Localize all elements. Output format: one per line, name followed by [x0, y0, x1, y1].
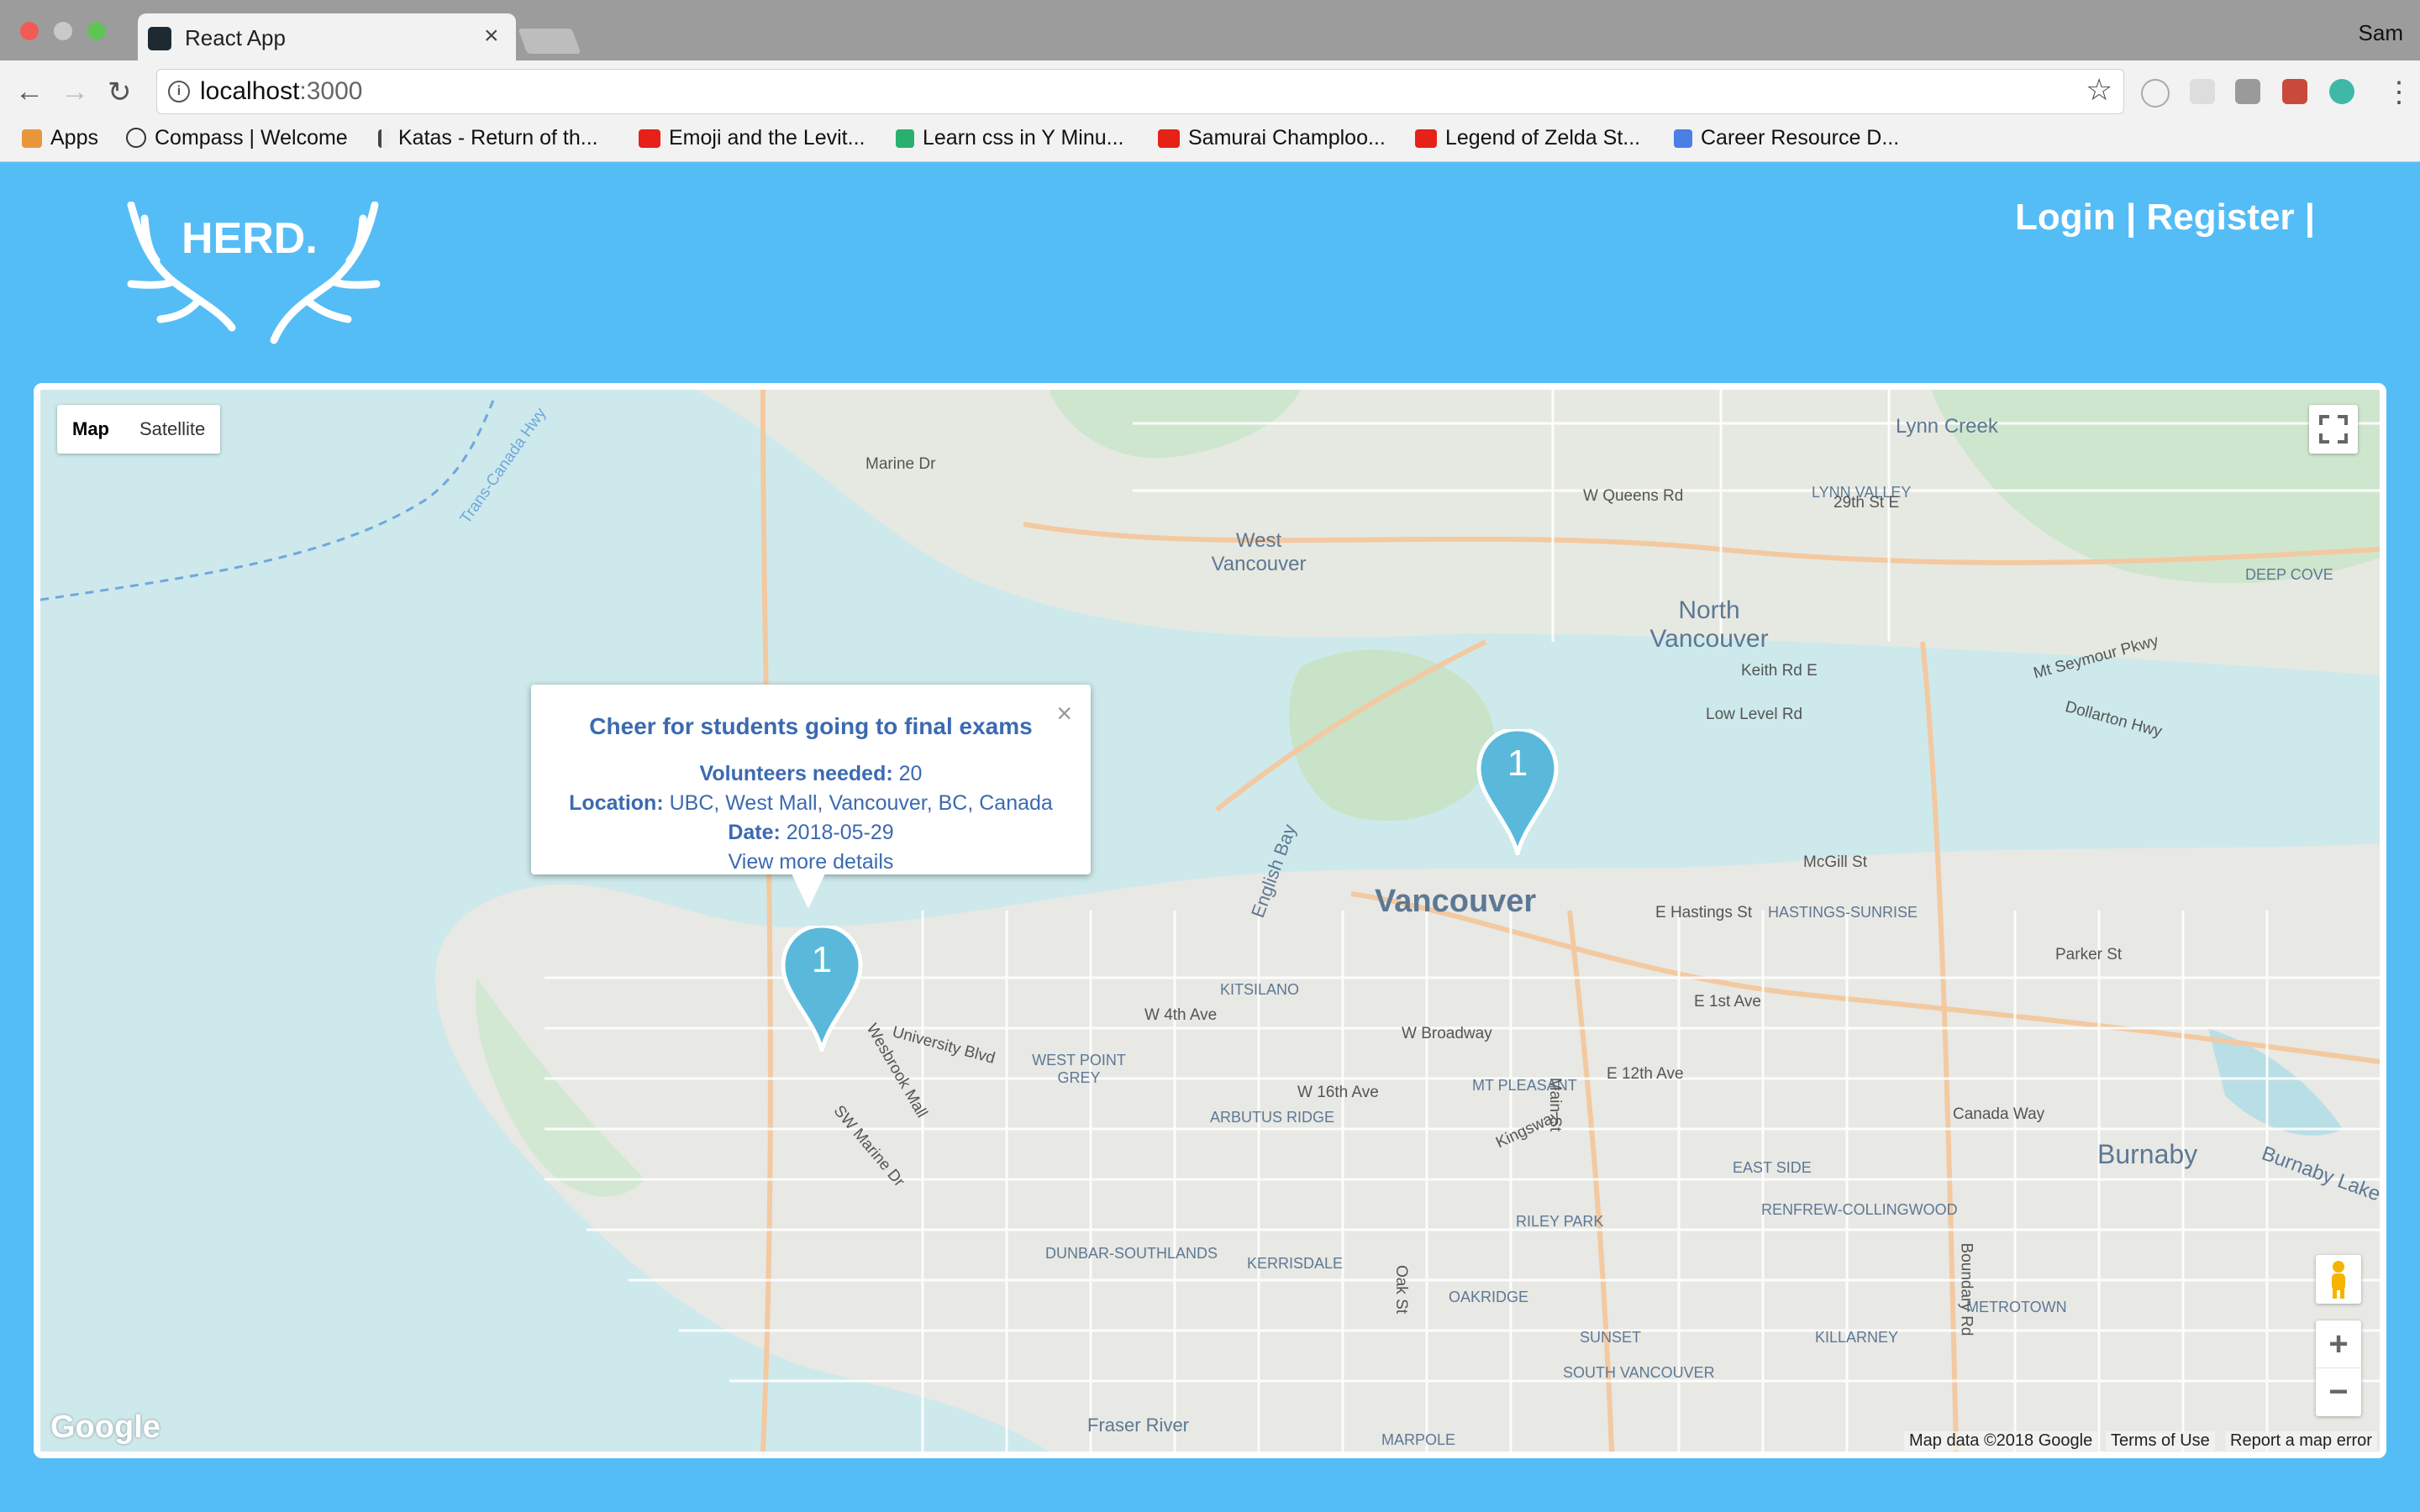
fullscreen-button[interactable] [2309, 405, 2358, 454]
bookmark-zelda[interactable]: Legend of Zelda St... [1415, 126, 1640, 151]
map-data-attribution: Map data ©2018 Google [1904, 1431, 2098, 1451]
city-label: West Vancouver [1211, 529, 1307, 575]
close-window-button[interactable] [20, 22, 39, 40]
extension-icon[interactable] [2282, 79, 2307, 104]
logo-text[interactable]: HERD. [182, 213, 318, 264]
bookmark-learn-css[interactable]: Learn css in Y Minu... [896, 126, 1123, 151]
street-label: Parker St [2055, 946, 2123, 963]
district-label: ARBUTUS RIDGE [1210, 1109, 1335, 1126]
street-label: W 4th Ave [1144, 1006, 1218, 1024]
district-label: SUNSET [1580, 1329, 1642, 1346]
street-label: Oak St [1392, 1264, 1411, 1315]
event-title: Cheer for students going to final exams [589, 713, 1033, 739]
bookmark-career[interactable]: Career Resource D... [1674, 126, 1899, 151]
pegman-icon [2332, 1261, 2345, 1299]
water-label: Fraser River [1087, 1415, 1190, 1436]
bookmark-apps[interactable]: Apps [22, 126, 98, 151]
reload-icon[interactable]: ↻ [108, 76, 132, 109]
district-label: DUNBAR-SOUTHLANDS [1045, 1245, 1218, 1262]
extension-icon[interactable] [2235, 79, 2260, 104]
site-info-icon[interactable]: i [168, 81, 190, 102]
district-label: HASTINGS-SUNRISE [1768, 904, 1918, 921]
location-row: Location: UBC, West Mall, Vancouver, BC,… [569, 791, 1053, 815]
street-label: E Hastings St [1655, 904, 1753, 921]
map-canvas[interactable]: Vancouver North Vancouver West Vancouver… [34, 383, 2386, 1458]
map-type-satellite-button[interactable]: Satellite [124, 405, 220, 454]
district-label: METROTOWN [1966, 1299, 2067, 1315]
district-label: KERRISDALE [1247, 1255, 1344, 1272]
district-label: EAST SIDE [1733, 1159, 1812, 1176]
street-label: Boundary Rd [1957, 1242, 1975, 1336]
zoom-in-button[interactable]: + [2316, 1320, 2361, 1368]
google-logo[interactable]: Google [50, 1410, 160, 1446]
bookmark-katas[interactable]: Katas - Return of th... [378, 126, 598, 151]
city-label: Lynn Creek [1896, 415, 1998, 438]
marker-count[interactable]: 1 [805, 939, 839, 981]
district-label: OAKRIDGE [1449, 1289, 1529, 1305]
bookmark-compass[interactable]: Compass | Welcome [126, 126, 348, 151]
extension-icon[interactable] [2141, 79, 2170, 108]
zoom-out-button[interactable]: − [2316, 1368, 2361, 1415]
forward-icon[interactable]: → [60, 76, 89, 108]
close-icon[interactable]: × [1056, 698, 1072, 729]
login-register-links[interactable]: Login | Register | [2015, 197, 2315, 239]
info-window-pointer [792, 874, 825, 909]
event-info-window: × Cheer for students going to final exam… [531, 685, 1091, 874]
bookmark-samurai[interactable]: Samurai Champloo... [1158, 126, 1386, 151]
back-icon[interactable]: ← [15, 76, 44, 108]
street-label: McGill St [1803, 853, 1867, 871]
street-label: Keith Rd E [1741, 662, 1818, 680]
street-label: 29th St E [1833, 494, 1900, 512]
tab-close-icon[interactable]: × [484, 22, 499, 50]
map-type-control: Map Satellite [57, 405, 221, 454]
minimize-window-button[interactable] [54, 22, 72, 40]
bookmark-star-icon[interactable]: ☆ [2086, 72, 2112, 108]
react-icon [148, 27, 171, 50]
city-label: Burnaby [2097, 1139, 2198, 1169]
street-label: W Queens Rd [1583, 487, 1684, 505]
street-label: Marine Dr [865, 455, 936, 473]
url-text[interactable]: localhost:3000 [200, 77, 362, 106]
new-tab-button[interactable] [518, 29, 581, 54]
view-details-link[interactable]: View more details [531, 850, 1091, 874]
tab-title: React App [185, 25, 286, 50]
street-label: E 12th Ave [1607, 1065, 1684, 1083]
street-label: Low Level Rd [1706, 706, 1803, 723]
district-label: WEST POINT GREY [1032, 1052, 1126, 1086]
map-type-map-button[interactable]: Map [57, 405, 124, 454]
street-label: E 1st Ave [1694, 993, 1761, 1011]
marker-count[interactable]: 1 [1501, 743, 1534, 785]
address-bar[interactable] [156, 69, 2124, 114]
city-label: Vancouver [1375, 884, 1537, 919]
district-label: SOUTH VANCOUVER [1563, 1364, 1715, 1381]
street-label: W 16th Ave [1297, 1084, 1379, 1101]
district-label: MARPOLE [1381, 1431, 1456, 1448]
fullscreen-icon [2319, 415, 2348, 444]
chrome-menu-icon[interactable]: ⋮ [2385, 76, 2413, 109]
street-label: Main St [1546, 1077, 1565, 1132]
bookmark-emoji[interactable]: Emoji and the Levit... [639, 126, 865, 151]
street-label: Canada Way [1953, 1105, 2045, 1123]
profile-name[interactable]: Sam [2359, 20, 2403, 46]
extension-icon[interactable] [2329, 79, 2354, 104]
terms-of-use-link[interactable]: Terms of Use [2106, 1431, 2215, 1451]
maximize-window-button[interactable] [87, 22, 106, 40]
zoom-control: + − [2316, 1320, 2361, 1416]
street-view-pegman-button[interactable] [2316, 1255, 2361, 1304]
district-label: KITSILANO [1220, 981, 1300, 998]
district-label: KILLARNEY [1815, 1329, 1899, 1346]
extension-icon[interactable] [2190, 79, 2215, 104]
date-row: Date: 2018-05-29 [728, 821, 894, 844]
district-label: RILEY PARK [1516, 1213, 1604, 1230]
city-label: North Vancouver [1649, 596, 1769, 653]
street-label: W Broadway [1402, 1025, 1492, 1042]
report-map-error-link[interactable]: Report a map error [2225, 1431, 2377, 1451]
volunteers-row: Volunteers needed: 20 [699, 762, 923, 785]
district-label: RENFREW-COLLINGWOOD [1761, 1201, 1958, 1218]
district-label: DEEP COVE [2245, 566, 2333, 583]
